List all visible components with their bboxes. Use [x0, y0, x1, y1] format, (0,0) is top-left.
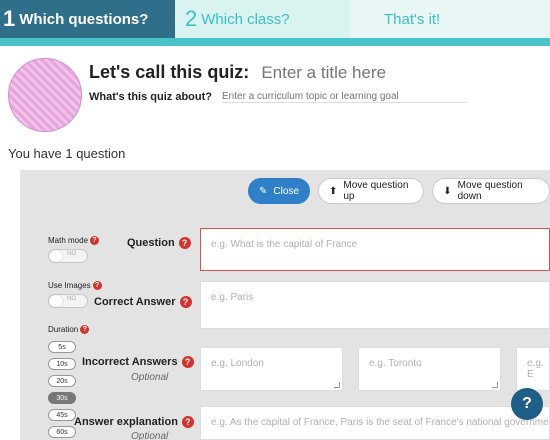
step-number: 2 — [185, 6, 198, 31]
quiz-avatar[interactable] — [8, 58, 82, 132]
stepper: 1 Which questions? 2 Which class? That's… — [0, 0, 550, 46]
quiz-title-label: Let's call this quiz: — [89, 62, 250, 82]
toggle-text: NO — [67, 251, 76, 257]
answer-explanation-label-row: Answer explanation ? — [74, 416, 194, 428]
duration-option-60s[interactable]: 60s — [48, 426, 76, 438]
answer-explanation-placeholder: e.g. As the capital of France, Paris is … — [211, 417, 550, 428]
answer-explanation-label: Answer explanation — [74, 416, 178, 428]
help-icon[interactable]: ? — [80, 325, 90, 334]
help-icon[interactable]: ? — [181, 416, 194, 428]
question-placeholder: e.g. What is the capital of France — [211, 239, 358, 250]
question-toolbar: ✎ Close ⬆ Move question up ⬇ Move questi… — [248, 178, 550, 204]
math-mode-toggle[interactable]: NO — [48, 249, 88, 263]
incorrect-answer-input-1[interactable]: e.g. London — [200, 347, 343, 391]
help-icon[interactable]: ? — [178, 237, 191, 249]
incorrect-answer-placeholder: e.g. Toronto — [369, 358, 422, 369]
incorrect-answer-placeholder: e.g. London — [211, 358, 264, 369]
math-mode-label-row: Math mode ? — [48, 236, 100, 245]
move-up-label: Move question up — [343, 180, 409, 202]
arrow-up-icon: ⬆ — [328, 185, 338, 197]
help-icon[interactable]: ? — [181, 356, 194, 368]
resize-handle[interactable] — [492, 382, 498, 388]
math-mode-label: Math mode — [48, 236, 89, 245]
arrow-down-icon: ⬇ — [443, 185, 452, 197]
help-icon[interactable]: ? — [90, 236, 100, 245]
toggle-knob — [49, 250, 63, 262]
duration-option-5s[interactable]: 5s — [48, 341, 76, 353]
question-icon[interactable]: ? — [511, 388, 543, 420]
step-label: That's it! — [384, 10, 441, 28]
use-images-label-row: Use Images ? — [48, 281, 102, 290]
help-icon[interactable]: ? — [179, 296, 192, 308]
correct-answer-placeholder: e.g. Paris — [211, 292, 254, 303]
step-label: Which questions? — [19, 10, 149, 28]
help-icon[interactable]: ? — [92, 281, 102, 290]
correct-answer-label-row: Correct Answer ? — [94, 296, 192, 308]
duration-label: Duration — [48, 325, 79, 334]
quiz-about-row: What's this quiz about? — [89, 91, 467, 103]
move-question-up-button[interactable]: ⬆ Move question up — [317, 178, 425, 204]
move-down-label: Move question down — [457, 180, 523, 202]
incorrect-answers-label-row: Incorrect Answers ? — [82, 356, 194, 368]
question-label-row: Question ? — [127, 237, 191, 249]
quiz-about-input[interactable] — [222, 91, 467, 103]
duration-option-30s[interactable]: 30s — [48, 392, 76, 404]
use-images-toggle[interactable]: NO — [48, 294, 88, 308]
step-which-questions[interactable]: 1 Which questions? — [0, 0, 191, 38]
quiz-title-row: Let's call this quiz: — [89, 62, 512, 83]
step-number: 1 — [3, 6, 16, 31]
correct-answer-input[interactable]: e.g. Paris — [200, 281, 550, 329]
toggle-text: NO — [67, 296, 76, 302]
duration-option-20s[interactable]: 20s — [48, 375, 76, 387]
incorrect-answers-label: Incorrect Answers — [82, 356, 178, 368]
answer-explanation-input[interactable]: e.g. As the capital of France, Paris is … — [200, 406, 550, 440]
move-question-down-button[interactable]: ⬇ Move question down — [432, 178, 550, 204]
question-count: You have 1 question — [8, 146, 126, 161]
close-button[interactable]: ✎ Close — [248, 178, 310, 204]
duration-option-45s[interactable]: 45s — [48, 409, 76, 421]
quiz-title-input[interactable] — [261, 62, 512, 83]
incorrect-optional-note: Optional — [131, 372, 169, 383]
use-images-label: Use Images — [48, 281, 91, 290]
duration-option-10s[interactable]: 10s — [48, 358, 76, 370]
explanation-optional-note: Optional — [131, 431, 169, 440]
incorrect-answer-input-3[interactable]: e.g. E — [516, 347, 550, 391]
duration-label-row: Duration ? — [48, 325, 90, 334]
toggle-knob — [49, 295, 63, 307]
resize-handle[interactable] — [334, 382, 340, 388]
incorrect-answer-placeholder: e.g. E — [527, 358, 544, 380]
correct-answer-label: Correct Answer — [94, 296, 176, 308]
quiz-about-label: What's this quiz about? — [89, 91, 212, 103]
close-button-label: Close — [273, 185, 299, 197]
question-label: Question — [127, 237, 175, 249]
pencil-icon: ✎ — [259, 185, 268, 197]
step-thats-it[interactable]: That's it! — [350, 0, 550, 38]
step-which-class[interactable]: 2 Which class? — [175, 0, 366, 38]
question-input[interactable]: e.g. What is the capital of France — [200, 228, 550, 271]
step-label: Which class? — [201, 10, 290, 28]
incorrect-answer-input-2[interactable]: e.g. Toronto — [358, 347, 501, 391]
